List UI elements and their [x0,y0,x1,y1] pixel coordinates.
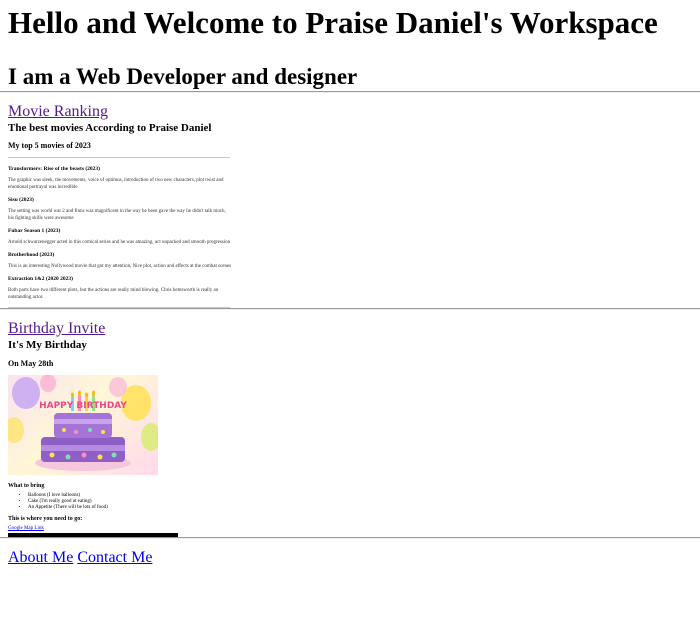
footer-nav: About Me Contact Me [8,539,692,567]
movie-description: Both parts have two different plots, but… [8,288,219,300]
divider [8,157,230,158]
google-map-link[interactable]: Google Map Link [8,526,692,532]
movies-heading: The best movies According to Praise Dani… [8,122,212,134]
movie-title: Extraction 1&2 (2020 2023) [8,276,73,282]
birthday-cake-image: HAPPY BIRTHDAY [8,375,158,475]
movie-ranking-link[interactable]: Movie Ranking [8,102,108,121]
movie-description: This is an interesting Nollywood movie t… [8,264,232,269]
list-item: An Appetite (There will be lots of food) [28,505,692,511]
bring-title: What to bring [8,483,45,489]
page-title: Hello and Welcome to Praise Daniel's Wor… [8,5,658,40]
birthday-heading: It's My Birthday [8,339,87,351]
bring-list: Balloons (I love balloons) Cake (I'm rea… [8,493,692,511]
movie-ranking-section: Movie Ranking The best movies According … [8,93,692,308]
birthday-date: On May 28th [8,359,54,368]
birthday-invite-link[interactable]: Birthday Invite [8,319,105,338]
where-text: This is where you need to go: [8,516,83,522]
movie-description: Arnold schwarzenegger acted in this comi… [8,240,231,245]
movie-description: The graphic was sleek, the movements, vo… [8,178,224,190]
page-subtitle: I am a Web Developer and designer [8,64,358,89]
movies-subheading: My top 5 movies of 2023 [8,141,91,150]
movie-title: Fubar Season 1 (2023) [8,228,61,234]
page: Hello and Welcome to Praise Daniel's Wor… [0,0,700,567]
movie-item: Sisu (2023) The setting was world war 2 … [8,196,232,222]
movie-item: Fubar Season 1 (2023) Arnold schwarzeneg… [8,227,232,246]
movie-title: Transformers: Rise of the beasts (2023) [8,166,101,172]
birthday-invite-section: Birthday Invite It's My Birthday On May … [8,310,692,537]
contact-me-link[interactable]: Contact Me [77,549,152,566]
cake-sign-text: HAPPY BIRTHDAY [39,401,127,411]
about-me-link[interactable]: About Me [8,549,73,566]
movie-title: Sisu (2023) [8,197,34,203]
movie-item: Brotherhood (2023) This is an interestin… [8,251,232,270]
movie-item: Extraction 1&2 (2020 2023) Both parts ha… [8,275,232,301]
movie-title: Brotherhood (2023) [8,252,55,258]
movie-item: Transformers: Rise of the beasts (2023) … [8,165,232,191]
movie-description: The setting was world war 2 and finns wa… [8,209,226,221]
